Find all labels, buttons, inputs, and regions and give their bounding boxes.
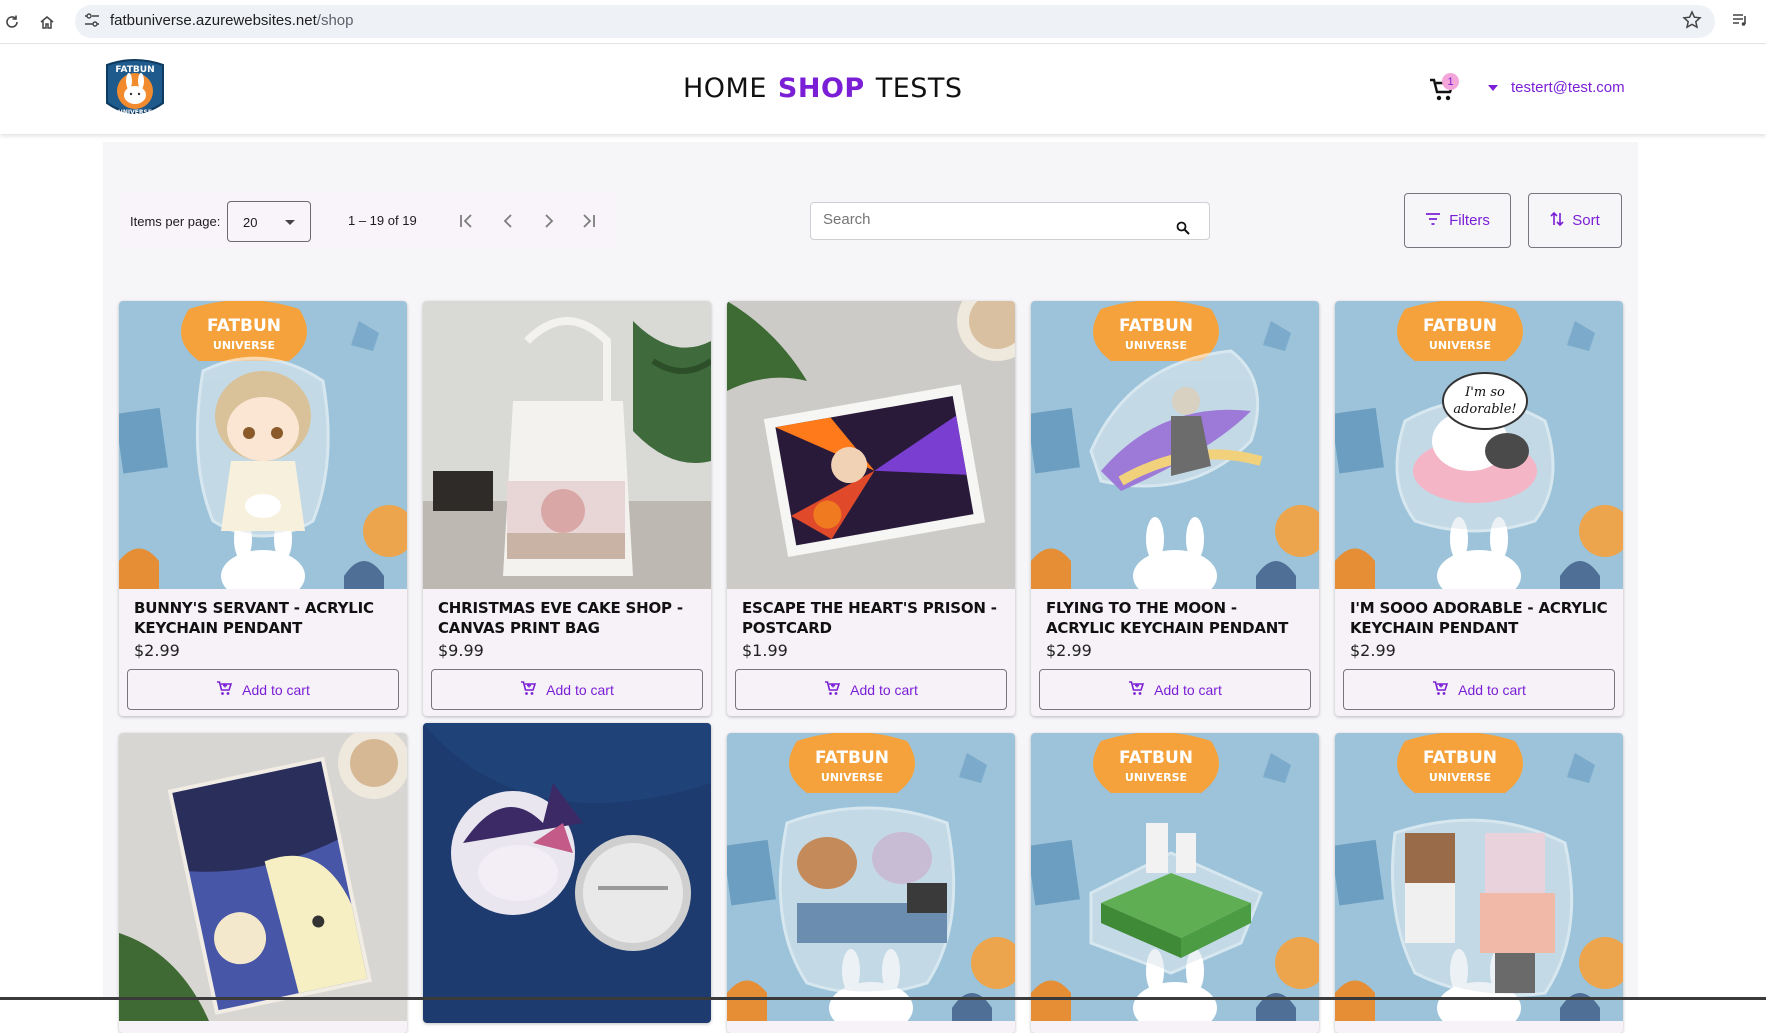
add-to-cart-label: Add to cart [1458,681,1526,698]
sort-label: Sort [1572,212,1600,229]
add-to-cart-label: Add to cart [242,681,310,698]
product-card: FLYING TO THE MOON - ACRYLIC KEYCHAIN PE… [1031,301,1319,716]
filter-icon [1425,212,1441,229]
main-nav: HOME SHOP TESTS [683,73,963,104]
add-to-cart-button[interactable]: Add to cart [431,669,703,710]
items-per-page-label: Items per page: [130,214,221,229]
product-image-keychain[interactable]: I'm so adorable! [1335,301,1623,589]
add-to-cart-button[interactable]: Add to cart [735,669,1007,710]
previous-page-icon[interactable] [496,209,520,233]
add-cart-icon [1432,680,1449,699]
reload-icon[interactable] [1,11,23,33]
items-per-page-select[interactable] [227,201,311,242]
url-path: /shop [316,12,354,29]
cart-count-badge: 1 [1442,73,1459,90]
nav-tests[interactable]: TESTS [876,73,963,104]
search-icon[interactable] [1176,221,1190,235]
product-title[interactable]: I'M SOOO ADORABLE - ACRYLIC KEYCHAIN PEN… [1350,598,1612,638]
sort-icon [1550,211,1564,231]
product-card [1335,733,1623,1033]
product-price: $9.99 [438,641,484,660]
add-to-cart-button[interactable]: Add to cart [1039,669,1311,710]
product-card [423,723,711,1023]
browser-toolbar: fatbuniverse.azurewebsites.net/shop [0,0,1766,44]
logo-brand-bottom: UNIVERSE [118,109,152,116]
media-control-icon[interactable] [1730,10,1752,32]
product-price: $2.99 [134,641,180,660]
product-image-keychain[interactable] [1031,733,1319,1021]
product-card: BUNNY'S SERVANT - ACRYLIC KEYCHAIN PENDA… [119,301,407,716]
add-to-cart-label: Add to cart [546,681,614,698]
product-image-keychain[interactable] [727,733,1015,1021]
product-card: I'm so adorable! I'M SOOO ADORABLE - ACR… [1335,301,1623,716]
items-per-page-value: 20 [243,215,258,230]
speech-bubble-line1: I'm so [1464,385,1505,400]
product-title[interactable]: FLYING TO THE MOON - ACRYLIC KEYCHAIN PE… [1046,598,1308,638]
product-card: CHRISTMAS EVE CAKE SHOP - CANVAS PRINT B… [423,301,711,716]
site-header: FATBUN UNIVERSE HOME SHOP TESTS 1 tester… [0,45,1766,134]
product-image-pin-button[interactable] [423,723,711,1023]
add-to-cart-label: Add to cart [850,681,918,698]
product-title[interactable]: ESCAPE THE HEART'S PRISON - POSTCARD [742,598,1004,638]
product-title[interactable]: BUNNY'S SERVANT - ACRYLIC KEYCHAIN PENDA… [134,598,396,638]
product-image-keychain[interactable] [1335,733,1623,1021]
product-image-tote-bag[interactable] [423,301,711,589]
product-price: $2.99 [1350,641,1396,660]
product-image-book[interactable] [119,733,407,1021]
product-price: $2.99 [1046,641,1092,660]
product-image-postcard[interactable] [727,301,1015,589]
add-cart-icon [824,680,841,699]
nav-shop[interactable]: SHOP [778,73,865,104]
speech-bubble-line2: adorable! [1453,402,1516,417]
url-text[interactable]: fatbuniverse.azurewebsites.net/shop [110,12,354,29]
logo-brand-top: FATBUN [115,65,154,75]
search-input[interactable] [823,211,1153,228]
product-card: ESCAPE THE HEART'S PRISON - POSTCARD $1.… [727,301,1015,716]
page-range-label: 1 – 19 of 19 [348,213,417,228]
filters-label: Filters [1449,212,1490,229]
chevron-down-icon[interactable] [1488,85,1498,91]
product-price: $1.99 [742,641,788,660]
product-card [727,733,1015,1033]
last-page-icon[interactable] [576,209,600,233]
add-to-cart-button[interactable]: Add to cart [127,669,399,710]
next-page-icon[interactable] [537,209,561,233]
product-image-keychain[interactable] [119,301,407,589]
site-settings-icon[interactable] [83,11,103,31]
bookmark-star-icon[interactable] [1682,10,1704,32]
product-card [119,733,407,1033]
add-cart-icon [216,680,233,699]
filters-button[interactable]: Filters [1404,193,1511,248]
nav-home[interactable]: HOME [683,73,767,104]
add-cart-icon [520,680,537,699]
fatbun-logo[interactable]: FATBUN UNIVERSE [101,57,169,121]
user-menu[interactable]: testert@test.com [1511,79,1625,96]
product-card [1031,733,1319,1033]
product-image-keychain[interactable] [1031,301,1319,589]
add-to-cart-button[interactable]: Add to cart [1343,669,1615,710]
dropdown-arrow-icon [285,220,295,225]
product-title[interactable]: CHRISTMAS EVE CAKE SHOP - CANVAS PRINT B… [438,598,700,638]
first-page-icon[interactable] [455,209,479,233]
url-host: fatbuniverse.azurewebsites.net [110,12,317,29]
add-to-cart-label: Add to cart [1154,681,1222,698]
add-cart-icon [1128,680,1145,699]
sort-button[interactable]: Sort [1528,193,1622,248]
home-icon[interactable] [36,11,58,33]
